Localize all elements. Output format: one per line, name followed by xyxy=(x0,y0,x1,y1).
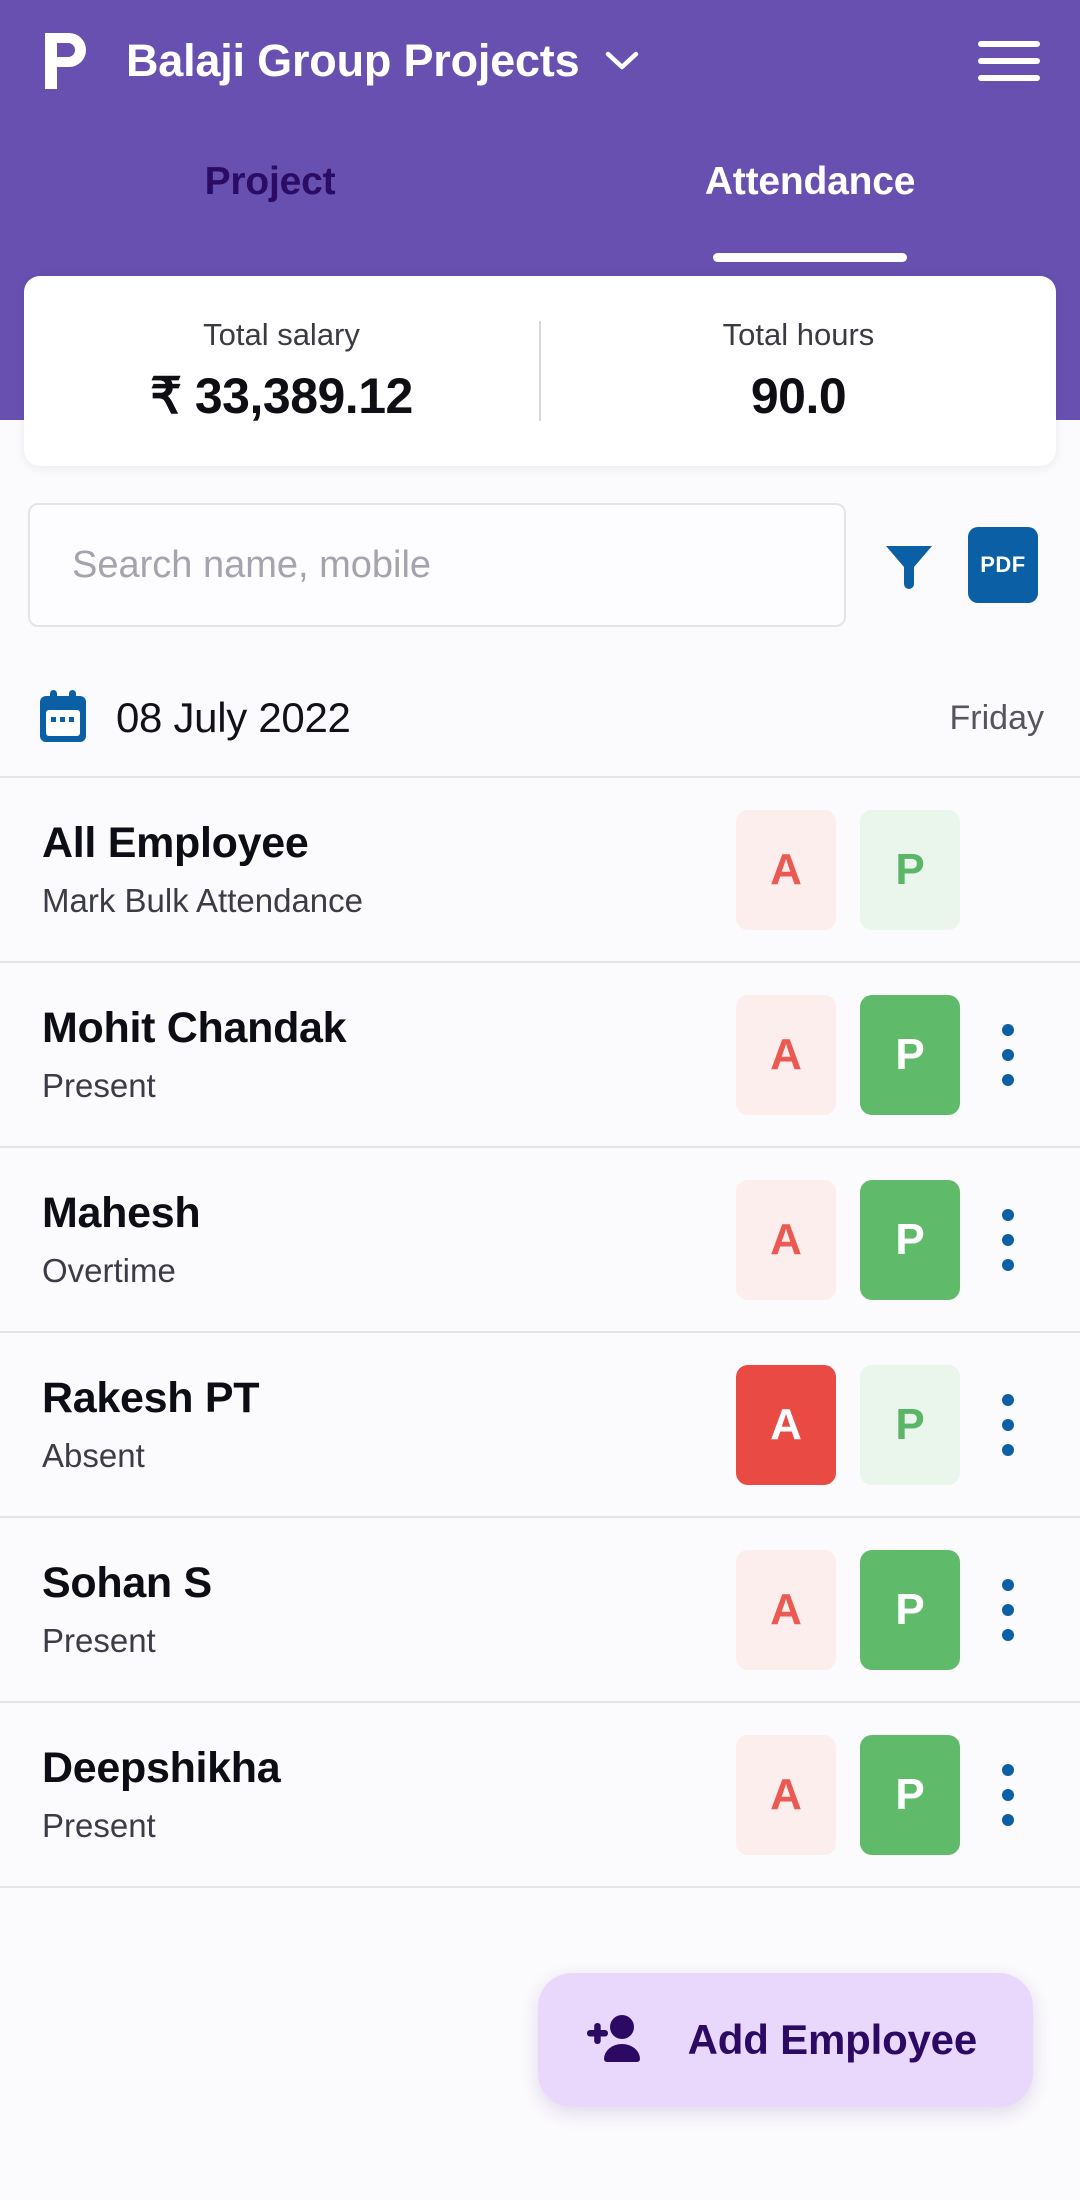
table-row[interactable]: Mohit Chandak Present A P xyxy=(0,963,1080,1148)
row-status: Present xyxy=(42,1622,156,1659)
calendar-icon xyxy=(36,690,90,746)
tab-underline xyxy=(713,253,907,262)
stat-total-salary: Total salary ₹ 33,389.12 xyxy=(24,317,539,425)
app-title: Balaji Group Projects xyxy=(126,35,580,86)
p-logo-icon xyxy=(38,28,98,94)
row-name: Mahesh xyxy=(42,1189,201,1237)
row-overflow-menu-icon[interactable] xyxy=(978,1550,1038,1670)
kebab-dot xyxy=(1002,1073,1014,1086)
mark-present-button[interactable]: P xyxy=(860,1179,960,1300)
table-row[interactable]: Mahesh Overtime A P xyxy=(0,1148,1080,1333)
stat-total-salary-label: Total salary xyxy=(203,317,360,352)
kebab-dot xyxy=(1002,1048,1014,1061)
kebab-dot xyxy=(1002,1393,1014,1406)
search-input[interactable] xyxy=(72,543,802,587)
person-add-icon xyxy=(586,2012,646,2069)
kebab-dot xyxy=(1002,1233,1014,1246)
mark-present-button[interactable]: P xyxy=(860,994,960,1115)
stat-total-salary-value: ₹ 33,389.12 xyxy=(150,368,413,424)
selected-weekday: Friday xyxy=(949,698,1044,737)
mark-absent-button[interactable]: A xyxy=(736,1549,836,1670)
add-employee-label: Add Employee xyxy=(687,2016,978,2063)
hamburger-bar xyxy=(978,58,1040,64)
selected-date: 08 July 2022 xyxy=(116,694,351,741)
kebab-dot xyxy=(1002,1418,1014,1431)
hamburger-menu-icon[interactable] xyxy=(978,32,1040,90)
add-employee-button[interactable]: Add Employee xyxy=(537,1973,1033,2107)
kebab-dot xyxy=(1002,1443,1014,1456)
stat-total-hours: Total hours 90.0 xyxy=(541,317,1056,425)
attendance-list: All Employee Mark Bulk Attendance A P Mo… xyxy=(0,778,1080,1888)
row-actions: A P xyxy=(712,1364,1038,1485)
kebab-dot xyxy=(1002,1023,1014,1036)
row-name: Sohan S xyxy=(42,1559,212,1607)
row-actions: A P xyxy=(712,1179,1038,1300)
mark-absent-button[interactable]: A xyxy=(736,1734,836,1855)
stat-total-hours-value: 90.0 xyxy=(750,368,847,424)
row-name: Mohit Chandak xyxy=(42,1004,347,1052)
row-name: All Employee xyxy=(42,819,309,867)
mark-absent-button[interactable]: A xyxy=(736,1179,836,1300)
row-status: Absent xyxy=(42,1437,145,1474)
date-selector-row[interactable]: 08 July 2022 Friday xyxy=(0,660,1080,778)
tab-project[interactable]: Project xyxy=(0,150,540,260)
row-actions: A P xyxy=(712,1734,1038,1855)
row-status: Mark Bulk Attendance xyxy=(42,882,364,919)
tab-attendance[interactable]: Attendance xyxy=(540,150,1080,262)
row-text-block: Deepshikha Present xyxy=(42,1744,281,1845)
row-status: Present xyxy=(42,1067,156,1104)
row-actions: A P xyxy=(712,1549,1038,1670)
mark-present-button[interactable]: P xyxy=(860,1734,960,1855)
tab-bar: Project Attendance xyxy=(0,150,1080,262)
kebab-dot xyxy=(1002,1628,1014,1641)
kebab-dot xyxy=(1002,1603,1014,1616)
kebab-dot xyxy=(1002,1208,1014,1221)
table-row[interactable]: Deepshikha Present A P xyxy=(0,1703,1080,1888)
stat-total-hours-label: Total hours xyxy=(722,317,875,352)
mark-absent-button[interactable]: A xyxy=(736,1364,836,1485)
row-text-block: Sohan S Present xyxy=(42,1559,212,1660)
export-pdf-label: PDF xyxy=(980,552,1026,577)
row-actions: A P xyxy=(712,994,1038,1115)
export-pdf-button[interactable]: PDF xyxy=(968,527,1038,603)
tab-attendance-label: Attendance xyxy=(704,160,916,203)
filter-funnel-icon[interactable] xyxy=(870,525,948,605)
tab-project-label: Project xyxy=(204,160,336,203)
row-status: Present xyxy=(42,1807,156,1844)
row-name: Rakesh PT xyxy=(42,1374,260,1422)
row-text-block: Mohit Chandak Present xyxy=(42,1004,347,1105)
kebab-dot xyxy=(1002,1788,1014,1801)
kebab-dot xyxy=(1002,1813,1014,1826)
app-bar: Balaji Group Projects xyxy=(0,0,1080,122)
row-actions: A P xyxy=(712,809,1038,930)
row-name: Deepshikha xyxy=(42,1744,281,1792)
search-box[interactable] xyxy=(28,503,846,627)
row-text-block: Mahesh Overtime xyxy=(42,1189,201,1290)
search-toolbar: PDF xyxy=(0,500,1080,630)
table-row[interactable]: Sohan S Present A P xyxy=(0,1518,1080,1703)
hamburger-bar xyxy=(978,75,1040,81)
row-overflow-menu-icon[interactable] xyxy=(978,995,1038,1115)
mark-present-button[interactable]: P xyxy=(860,1364,960,1485)
mark-present-button[interactable]: P xyxy=(860,1549,960,1670)
row-text-block: All Employee Mark Bulk Attendance xyxy=(42,819,363,920)
row-text-block: Rakesh PT Absent xyxy=(42,1374,259,1475)
row-overflow-menu-icon[interactable] xyxy=(978,1735,1038,1855)
table-row[interactable]: Rakesh PT Absent A P xyxy=(0,1333,1080,1518)
row-overflow-menu-icon[interactable] xyxy=(978,1365,1038,1485)
kebab-dot xyxy=(1002,1258,1014,1271)
kebab-dot xyxy=(1002,1763,1014,1776)
mark-absent-button[interactable]: A xyxy=(736,994,836,1115)
hamburger-bar xyxy=(978,41,1040,47)
table-row[interactable]: All Employee Mark Bulk Attendance A P xyxy=(0,778,1080,963)
chevron-down-icon[interactable] xyxy=(605,44,639,78)
mark-absent-button[interactable]: A xyxy=(736,809,836,930)
summary-card: Total salary ₹ 33,389.12 Total hours 90.… xyxy=(24,276,1056,466)
row-overflow-menu-icon[interactable] xyxy=(978,1180,1038,1300)
kebab-dot xyxy=(1002,1578,1014,1591)
mark-present-button[interactable]: P xyxy=(860,809,960,930)
row-status: Overtime xyxy=(42,1252,176,1289)
